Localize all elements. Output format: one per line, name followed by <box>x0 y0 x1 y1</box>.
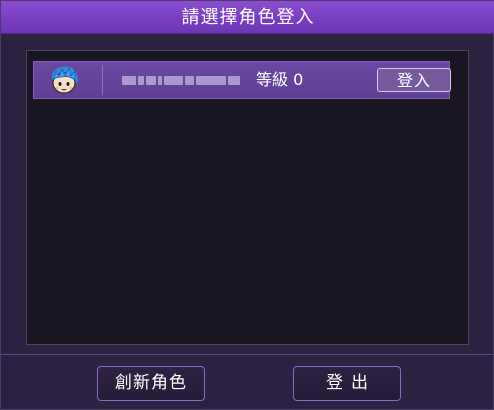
login-character-button[interactable]: 登入 <box>377 68 451 92</box>
create-character-button[interactable]: 創新角色 <box>97 366 205 401</box>
character-name-redacted <box>122 73 241 87</box>
character-row[interactable]: 等級 0 登入 <box>33 61 451 99</box>
character-level: 等級 0 <box>256 70 304 89</box>
row-divider <box>102 65 103 95</box>
logout-button[interactable]: 登出 <box>293 366 401 401</box>
footer-divider <box>1 354 494 355</box>
title-bar: 請選擇角色登入 <box>1 1 494 34</box>
dialog-title: 請選擇角色登入 <box>181 7 315 28</box>
character-avatar-icon <box>48 65 80 95</box>
character-select-dialog: 請選擇角色登入 等級 0 登入 創新角色 登出 <box>0 0 494 410</box>
character-list-panel: 等級 0 登入 <box>26 50 469 345</box>
